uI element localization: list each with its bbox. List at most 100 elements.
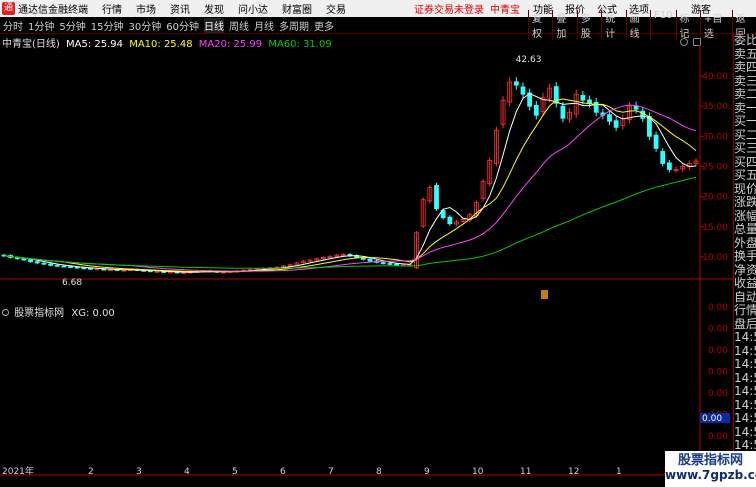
side-panel-item[interactable]: 卖四 xyxy=(734,61,756,75)
tab-1min[interactable]: 1分钟 xyxy=(28,18,54,33)
indicator-settings-icon[interactable] xyxy=(2,309,9,316)
multi-stock-button[interactable]: 多股 xyxy=(576,10,601,40)
date-tick-label: 12 xyxy=(568,467,579,476)
side-panel-item[interactable]: 涨幅 xyxy=(734,210,756,224)
indicator-tick-label: 0.00 xyxy=(708,346,728,356)
candle-body xyxy=(41,262,47,265)
login-status-text: 证券交易未登录 xyxy=(414,5,484,16)
menu-discover[interactable]: 发现 xyxy=(204,1,224,16)
indicator-value: XG: 0.00 xyxy=(71,308,115,319)
chart-toolbar: 分时 1分钟 5分钟 15分钟 30分钟 60分钟 日线 周线 月线 多周期 更… xyxy=(0,10,756,40)
candle-body xyxy=(48,263,53,266)
side-panel-item[interactable]: 14:56 xyxy=(734,358,756,372)
side-panel-item[interactable]: 净资 xyxy=(734,264,756,278)
side-panel-item[interactable]: 买五 xyxy=(734,169,756,183)
date-tick-label: 10 xyxy=(472,467,484,476)
side-panel-item[interactable]: 卖一 xyxy=(734,102,756,116)
date-tick-label: 1 xyxy=(616,467,622,476)
date-tick-label: 3 xyxy=(136,467,142,476)
watermark: 股票指标网 www.7gpzb.com xyxy=(665,451,756,487)
app-logo-icon: 通 xyxy=(2,2,15,15)
menu-quotes[interactable]: 行情 xyxy=(102,1,122,16)
tab-multi-period[interactable]: 多周期 xyxy=(279,18,309,33)
side-panel-item[interactable]: 涨跌 xyxy=(734,196,756,210)
tab-60min[interactable]: 60分钟 xyxy=(166,18,199,33)
tab-weekly[interactable]: 周线 xyxy=(229,18,249,33)
side-panel-item[interactable]: 14:56 xyxy=(734,412,756,426)
indicator-current-value: 0.00 xyxy=(702,414,722,424)
side-panel-item[interactable]: 卖五 xyxy=(734,48,756,62)
side-panel-item[interactable]: 14:56 xyxy=(734,399,756,413)
side-panel-item[interactable]: 行情 xyxy=(734,304,756,318)
draw-line-button[interactable]: 画线 xyxy=(625,10,650,40)
candle-body xyxy=(81,267,87,270)
side-panel-item[interactable]: 买一 xyxy=(734,115,756,129)
timeframe-tabs: 分时 1分钟 5分钟 15分钟 30分钟 60分钟 日线 周线 月线 多周期 更… xyxy=(0,17,336,33)
side-panel-item[interactable]: 14:56 xyxy=(734,331,756,345)
tab-15min[interactable]: 15分钟 xyxy=(91,18,124,33)
watermark-url: www.7gpzb.com xyxy=(665,468,756,482)
indicator-tick-label: 0.00 xyxy=(708,303,728,313)
side-panel-item[interactable]: 买三 xyxy=(734,142,756,156)
tab-monthly[interactable]: 月线 xyxy=(254,18,274,33)
tab-more[interactable]: 更多 xyxy=(314,18,334,33)
candle-body xyxy=(666,162,672,170)
side-panel-item[interactable]: 14:56 xyxy=(734,345,756,359)
candle-body xyxy=(88,267,93,270)
date-tick-label: 2021年 xyxy=(2,465,34,476)
side-panel-item[interactable]: 现价 xyxy=(734,183,756,197)
current-stock-name: 中青宝 xyxy=(490,5,520,16)
add-watchlist-button[interactable]: +自选 xyxy=(699,10,732,40)
candle-body xyxy=(447,216,453,225)
price-chart[interactable]: 40.0035.0030.0025.0020.0015.0010.000.000… xyxy=(0,45,733,476)
f10-button[interactable]: F10 xyxy=(650,10,675,40)
low-price-label: 6.68 xyxy=(62,278,82,288)
adjust-button[interactable]: 复权 xyxy=(528,10,552,40)
price-tick-label: 10.00 xyxy=(702,253,728,263)
menu-market[interactable]: 市场 xyxy=(136,1,156,16)
overlay-button[interactable]: 叠加 xyxy=(552,10,576,40)
tab-timeshare[interactable]: 分时 xyxy=(3,18,23,33)
menu-trade[interactable]: 交易 xyxy=(326,1,346,16)
quote-side-panel: 委比 卖五 卖四 卖三 卖二 卖一 买一 买二 买三 买四 买五 现价 涨跌 涨幅 总量 外盘 换手 净资 收益 自动… xyxy=(733,34,756,474)
watermark-title: 股票指标网 xyxy=(677,453,743,468)
menu-news[interactable]: 资讯 xyxy=(170,1,190,16)
candle-body xyxy=(587,99,592,104)
indicator-tick-label: 0.00 xyxy=(708,368,728,378)
tab-5min[interactable]: 5分钟 xyxy=(59,18,85,33)
side-panel-item[interactable]: 收益 xyxy=(734,277,756,291)
side-panel-item[interactable]: 买四 xyxy=(734,156,756,170)
menu-ask[interactable]: 问小达 xyxy=(238,1,268,16)
stats-button[interactable]: 统计 xyxy=(601,10,625,40)
side-panel-item[interactable]: 盘后 xyxy=(734,318,756,332)
ma10-line xyxy=(3,98,697,273)
login-notice[interactable]: 证券交易未登录 中青宝 xyxy=(414,1,520,16)
tab-daily[interactable]: 日线 xyxy=(203,17,224,33)
side-panel-item[interactable]: 卖三 xyxy=(734,75,756,89)
side-panel-item[interactable]: 自动 xyxy=(734,291,756,305)
side-panel-item[interactable]: 买二 xyxy=(734,129,756,143)
mark-button[interactable]: 标记 xyxy=(675,10,700,40)
high-price-label: 42.63 xyxy=(516,55,542,65)
date-tick-label: 2 xyxy=(88,467,94,476)
candle-body xyxy=(434,185,439,210)
side-panel-item[interactable]: 卖二 xyxy=(734,88,756,102)
price-tick-label: 25.00 xyxy=(702,163,728,173)
side-panel-item[interactable]: 14:56 xyxy=(734,372,756,386)
date-tick-label: 8 xyxy=(376,467,382,476)
candle-body xyxy=(367,258,373,262)
tab-30min[interactable]: 30分钟 xyxy=(128,18,161,33)
candle-body xyxy=(580,94,586,101)
side-panel-item[interactable]: 换手 xyxy=(734,250,756,264)
ma20-line xyxy=(3,104,697,272)
side-panel-item[interactable]: 14:56 xyxy=(734,426,756,440)
side-panel-item[interactable]: 14:56 xyxy=(734,385,756,399)
side-panel-item[interactable]: 委比 xyxy=(734,34,756,48)
candle-body xyxy=(394,263,399,266)
indicator-tick-label: 0.00 xyxy=(708,325,728,335)
candle-body xyxy=(607,114,612,122)
side-panel-item[interactable]: 外盘 xyxy=(734,237,756,251)
side-panel-item[interactable]: 总量 xyxy=(734,223,756,237)
menu-wealth[interactable]: 财富圈 xyxy=(282,1,312,16)
candle-body xyxy=(613,120,619,128)
